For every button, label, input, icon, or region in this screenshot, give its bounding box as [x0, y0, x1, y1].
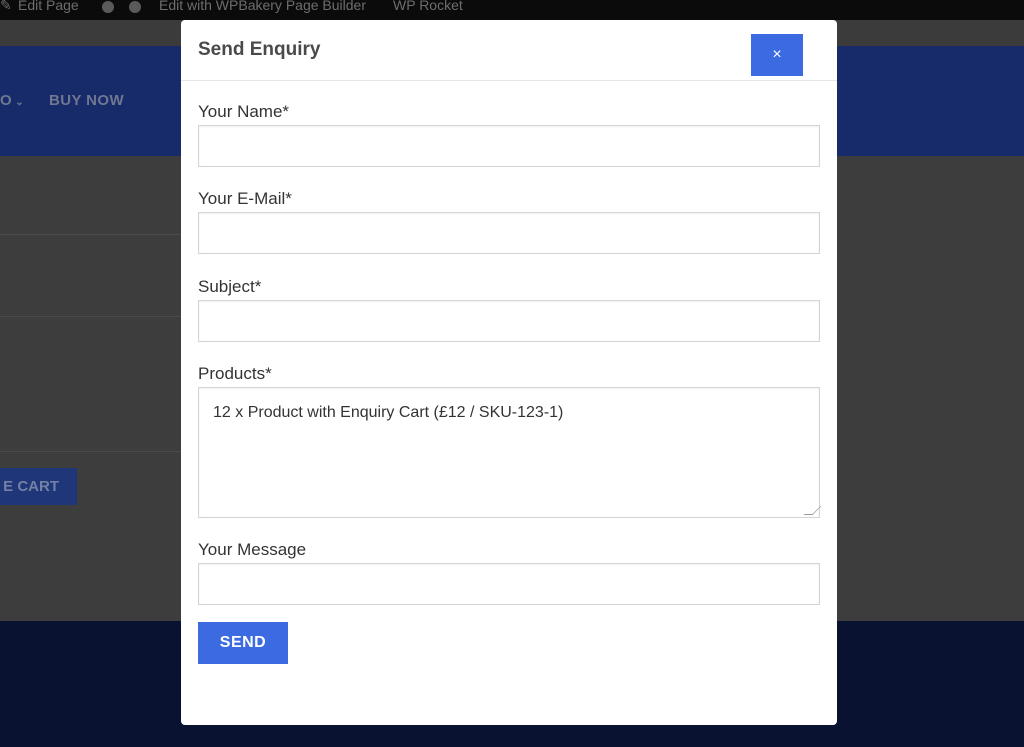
wp-rocket-link[interactable]: WP Rocket — [393, 0, 463, 13]
status-dot-icon — [129, 1, 141, 13]
name-field[interactable] — [198, 125, 820, 167]
products-textarea[interactable]: 12 x Product with Enquiry Cart (£12 / SK… — [198, 387, 822, 518]
email-field[interactable] — [198, 212, 820, 254]
resize-handle-icon[interactable] — [803, 506, 822, 515]
send-enquiry-modal: Send Enquiry × Your Name* Your E-Mail* S… — [181, 20, 837, 725]
subject-field[interactable] — [198, 300, 820, 342]
divider — [0, 451, 181, 452]
divider — [0, 234, 181, 235]
edit-page-link[interactable]: Edit Page — [18, 0, 79, 13]
name-label: Your Name* — [198, 102, 290, 121]
chevron-down-icon: ⌄ — [12, 97, 25, 108]
modal-title: Send Enquiry — [198, 39, 321, 60]
subject-label: Subject* — [198, 277, 262, 296]
message-field[interactable] — [198, 563, 820, 605]
close-button[interactable]: × — [751, 34, 803, 76]
email-label: Your E-Mail* — [198, 189, 292, 208]
update-cart-button[interactable]: E CART — [0, 468, 77, 505]
products-value: 12 x Product with Enquiry Cart (£12 / SK… — [213, 404, 564, 421]
modal-header: Send Enquiry × — [181, 20, 837, 81]
message-label: Your Message — [198, 540, 307, 559]
products-label: Products* — [198, 364, 272, 383]
nav-item-partial[interactable]: O ⌄ — [0, 92, 24, 109]
divider — [0, 316, 181, 317]
nav-item-buy-now[interactable]: BUY NOW — [49, 92, 124, 109]
admin-bar: ✎ Edit Page Edit with WPBakery Page Buil… — [0, 0, 1024, 20]
edit-with-wpbakery-link[interactable]: Edit with WPBakery Page Builder — [159, 0, 366, 13]
yoast-icon[interactable] — [102, 1, 114, 13]
pencil-icon: ✎ — [0, 0, 12, 13]
send-button[interactable]: SEND — [198, 622, 288, 664]
